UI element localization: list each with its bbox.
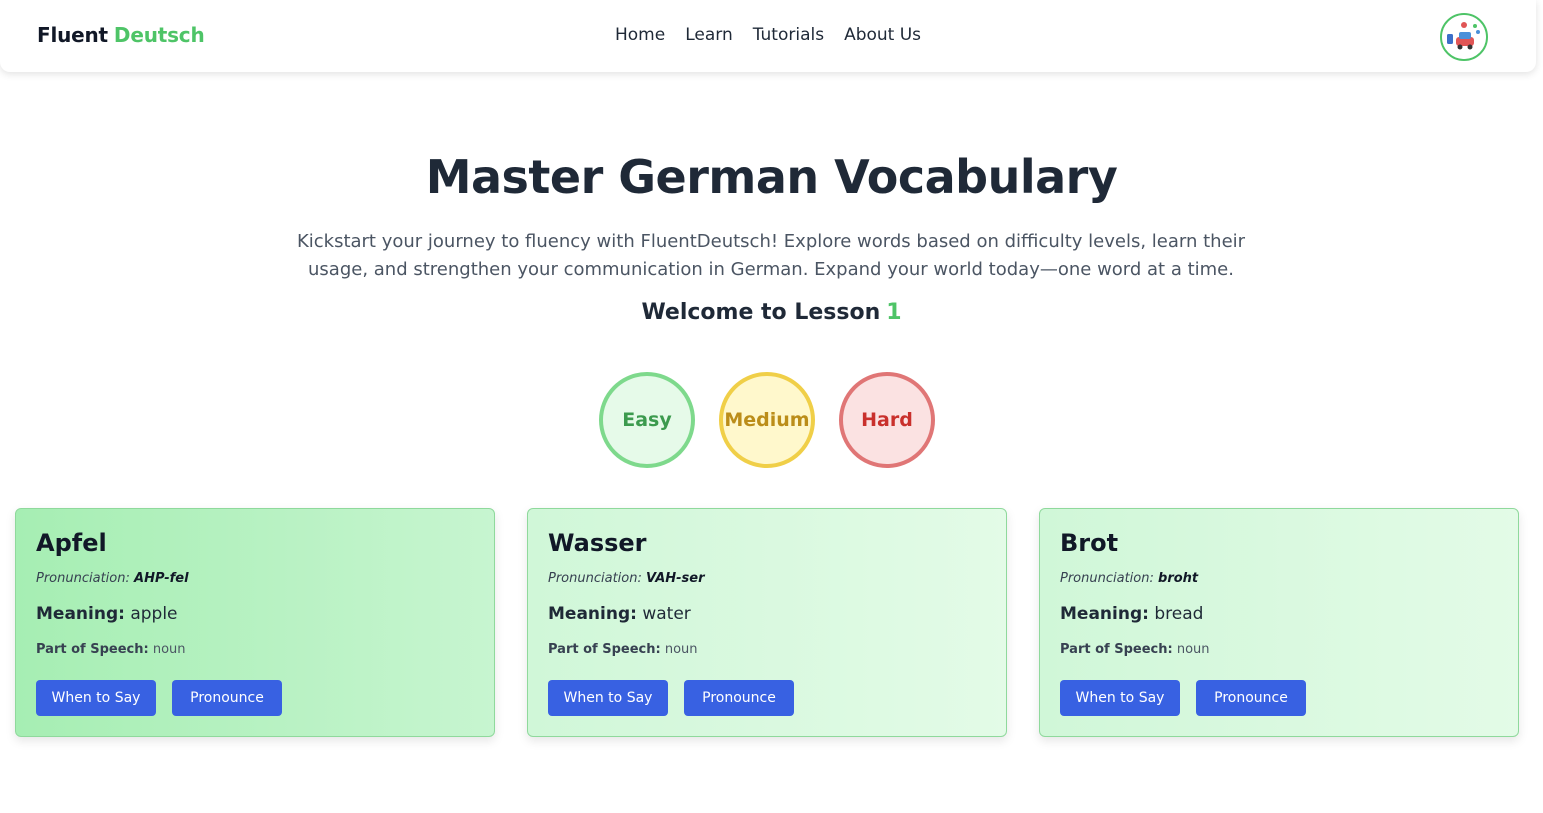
nav-link-home[interactable]: Home — [615, 25, 665, 45]
when-to-say-button[interactable]: When to Say — [1060, 680, 1180, 716]
word-meaning: Meaning: water — [548, 604, 986, 624]
word-title: Brot — [1060, 529, 1119, 557]
pronunciation-value: VAH-ser — [646, 571, 705, 586]
word-pronunciation: Pronunciation: VAH-ser — [548, 571, 986, 586]
nav-link-about-us[interactable]: About Us — [844, 25, 921, 45]
pos-label: Part of Speech: — [1060, 642, 1173, 657]
pos-value: noun — [152, 642, 186, 657]
word-meaning: Meaning: bread — [1060, 604, 1498, 624]
when-to-say-button[interactable]: When to Say — [36, 680, 156, 716]
pronunciation-value: broht — [1158, 571, 1199, 586]
when-to-say-button[interactable]: When to Say — [548, 680, 668, 716]
page-title: Master German Vocabulary — [425, 150, 1118, 204]
card-actions: When to Say Pronounce — [36, 680, 282, 716]
hero-description: Kickstart your journey to fluency with F… — [296, 231, 1246, 280]
pronounce-button[interactable]: Pronounce — [172, 680, 282, 716]
pos-value: noun — [1176, 642, 1210, 657]
word-title: Apfel — [36, 529, 107, 557]
meaning-label: Meaning: — [548, 604, 637, 624]
logo-deutsch: Deutsch — [113, 23, 205, 47]
word-part-of-speech: Part of Speech: noun — [36, 642, 474, 657]
word-part-of-speech: Part of Speech: noun — [1060, 642, 1498, 657]
word-pronunciation: Pronunciation: AHP-fel — [36, 571, 474, 586]
pronunciation-label: Pronunciation: — [1060, 571, 1154, 586]
card-actions: When to Say Pronounce — [548, 680, 794, 716]
nav-link-learn[interactable]: Learn — [685, 25, 733, 45]
meaning-value: water — [642, 604, 691, 624]
lesson-heading: Welcome to Lesson 1 — [0, 300, 1543, 325]
meaning-value: bread — [1154, 604, 1204, 624]
navbar: Fluent Deutsch Home Learn Tutorials About… — [0, 0, 1536, 72]
lesson-number: 1 — [886, 300, 902, 325]
pos-label: Part of Speech: — [36, 642, 149, 657]
user-avatar[interactable] — [1440, 13, 1488, 61]
logo[interactable]: Fluent Deutsch — [37, 23, 205, 47]
card-actions: When to Say Pronounce — [1060, 680, 1306, 716]
difficulty-easy-button[interactable]: Easy — [599, 372, 695, 468]
difficulty-medium-button[interactable]: Medium — [719, 372, 815, 468]
user-avatar-icon — [1442, 15, 1486, 59]
word-meaning: Meaning: apple — [36, 604, 474, 624]
pronunciation-label: Pronunciation: — [36, 571, 130, 586]
pos-value: noun — [664, 642, 698, 657]
meaning-value: apple — [130, 604, 178, 624]
meaning-label: Meaning: — [1060, 604, 1149, 624]
word-card: Apfel Pronunciation: AHP-fel Meaning: ap… — [15, 508, 495, 737]
pronunciation-value: AHP-fel — [134, 571, 189, 586]
word-card: Wasser Pronunciation: VAH-ser Meaning: w… — [527, 508, 1007, 737]
logo-fluent: Fluent — [37, 23, 108, 47]
word-pronunciation: Pronunciation: broht — [1060, 571, 1498, 586]
pos-label: Part of Speech: — [548, 642, 661, 657]
word-title: Wasser — [548, 529, 647, 557]
pronounce-button[interactable]: Pronounce — [684, 680, 794, 716]
nav-links: Home Learn Tutorials About Us — [615, 25, 921, 45]
nav-link-tutorials[interactable]: Tutorials — [753, 25, 824, 45]
pronunciation-label: Pronunciation: — [548, 571, 642, 586]
meaning-label: Meaning: — [36, 604, 125, 624]
lesson-label: Welcome to Lesson — [641, 300, 881, 325]
word-card: Brot Pronunciation: broht Meaning: bread… — [1039, 508, 1519, 737]
difficulty-hard-button[interactable]: Hard — [839, 372, 935, 468]
pronounce-button[interactable]: Pronounce — [1196, 680, 1306, 716]
word-part-of-speech: Part of Speech: noun — [548, 642, 986, 657]
